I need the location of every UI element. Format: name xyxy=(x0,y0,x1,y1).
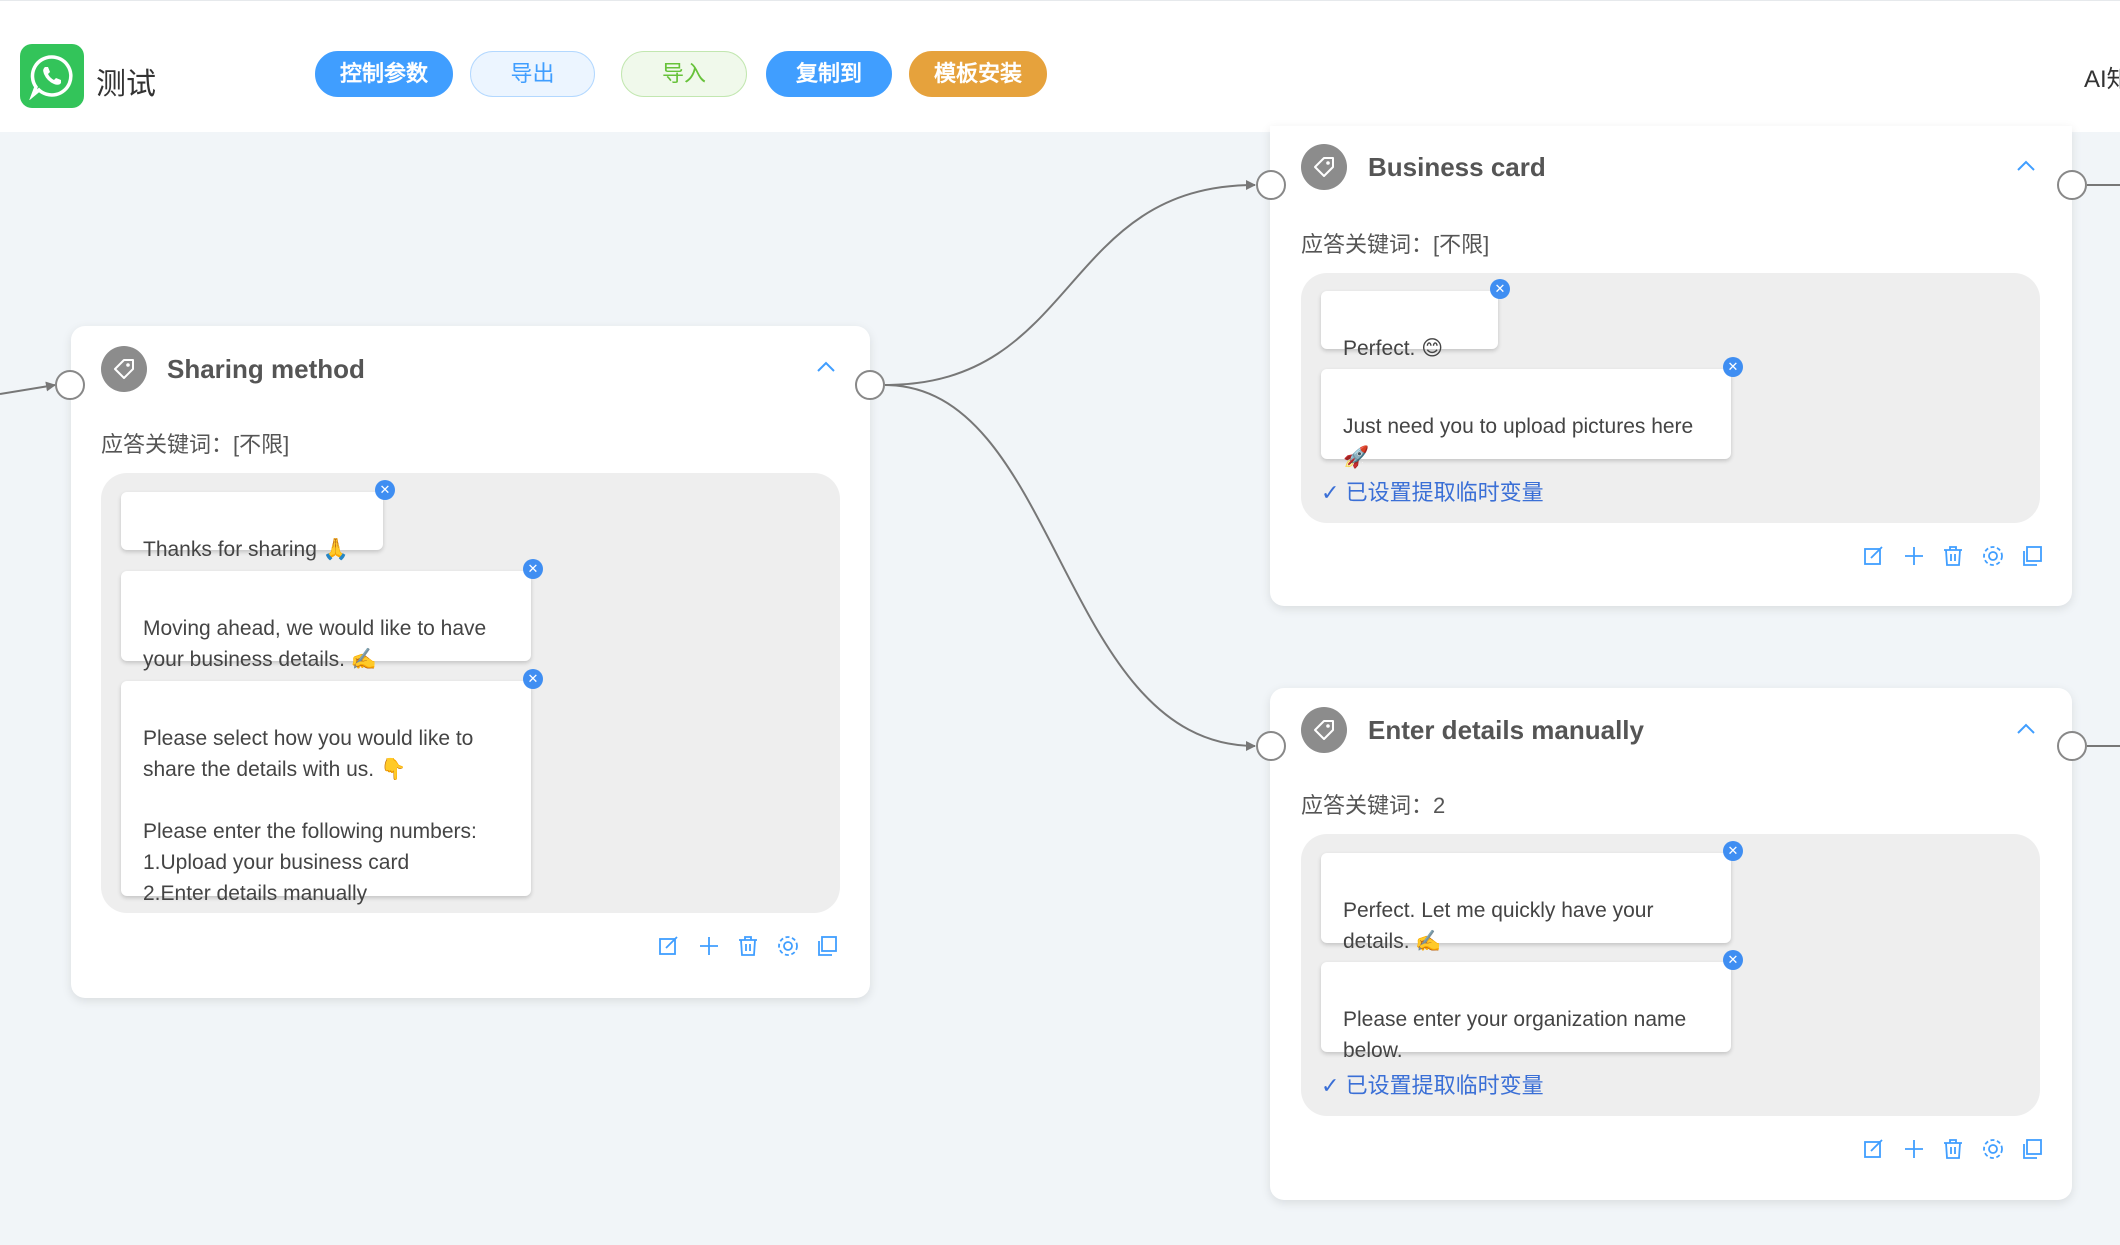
node-enter-details-manually[interactable]: Enter details manually 应答关键词：2 Perfect. … xyxy=(1270,688,2072,1200)
node-toolbar xyxy=(1861,543,2051,573)
message-bubble[interactable]: Please select how you would like to shar… xyxy=(121,669,543,905)
copy-icon[interactable] xyxy=(2019,543,2045,569)
message-list: Perfect. Let me quickly have your detail… xyxy=(1301,834,2040,1116)
node-title: Business card xyxy=(1368,152,1546,182)
node-business-card[interactable]: Business card 应答关键词：[不限] Perfect. 😊 ✕ Ju… xyxy=(1270,126,2072,606)
close-icon[interactable]: ✕ xyxy=(1723,357,1743,377)
check-icon: ✓ xyxy=(1321,1073,1340,1098)
chevron-up-icon[interactable] xyxy=(2011,714,2041,744)
close-icon[interactable]: ✕ xyxy=(523,559,543,579)
plus-icon[interactable] xyxy=(1901,1136,1927,1162)
node-toolbar xyxy=(1861,1136,2051,1166)
node-output-port[interactable] xyxy=(2057,170,2087,200)
trash-icon[interactable] xyxy=(1940,1136,1966,1162)
copy-icon[interactable] xyxy=(2019,1136,2045,1162)
message-text: Please select how you would like to shar… xyxy=(143,727,477,905)
gear-icon[interactable] xyxy=(1980,1136,2006,1162)
node-input-port[interactable] xyxy=(1256,170,1286,200)
edit-icon[interactable] xyxy=(1861,543,1887,569)
keyword-label: 应答关键词：2 xyxy=(1301,793,1446,818)
message-text: Perfect. Let me quickly have your detail… xyxy=(1343,899,1654,953)
copy-icon[interactable] xyxy=(814,933,840,959)
node-title: Enter details manually xyxy=(1368,715,1644,745)
tag-icon xyxy=(1301,144,1347,190)
temp-variable-label: 已设置提取临时变量 xyxy=(1345,1073,1544,1098)
keyword-label: 应答关键词：[不限] xyxy=(101,432,290,457)
close-icon[interactable]: ✕ xyxy=(1723,841,1743,861)
node-sharing-method[interactable]: Sharing method 应答关键词：[不限] Thanks for sha… xyxy=(71,326,870,998)
close-icon[interactable]: ✕ xyxy=(1490,279,1510,299)
check-icon: ✓ xyxy=(1321,480,1340,505)
plus-icon[interactable] xyxy=(1901,543,1927,569)
message-text: Just need you to upload pictures here 🚀 xyxy=(1343,415,1694,469)
trash-icon[interactable] xyxy=(735,933,761,959)
message-bubble[interactable]: Please enter your organization name belo… xyxy=(1321,950,1743,1062)
message-bubble[interactable]: Perfect. Let me quickly have your detail… xyxy=(1321,841,1743,953)
message-bubble[interactable]: Thanks for sharing 🙏 ✕ xyxy=(121,480,395,561)
edge-incoming xyxy=(0,381,56,395)
message-text: Please enter your organization name belo… xyxy=(1343,1008,1687,1062)
edge-sharing-to-business-card xyxy=(884,180,1256,386)
keyword-label: 应答关键词：[不限] xyxy=(1301,232,1490,257)
tag-icon xyxy=(1301,707,1347,753)
gear-icon[interactable] xyxy=(1980,543,2006,569)
edit-icon[interactable] xyxy=(656,933,682,959)
message-bubble[interactable]: Perfect. 😊 ✕ xyxy=(1321,279,1510,360)
temp-variable-status[interactable]: ✓ 已设置提取临时变量 xyxy=(1321,1068,1544,1100)
tag-icon xyxy=(101,346,147,392)
edit-icon[interactable] xyxy=(1861,1136,1887,1162)
edge-sharing-to-manual xyxy=(884,384,1256,751)
node-input-port[interactable] xyxy=(1256,731,1286,761)
node-output-port[interactable] xyxy=(2057,731,2087,761)
chevron-up-icon[interactable] xyxy=(2011,151,2041,181)
close-icon[interactable]: ✕ xyxy=(523,669,543,689)
node-input-port[interactable] xyxy=(55,370,85,400)
message-text: Moving ahead, we would like to have your… xyxy=(143,617,487,671)
gear-icon[interactable] xyxy=(775,933,801,959)
plus-icon[interactable] xyxy=(696,933,722,959)
close-icon[interactable]: ✕ xyxy=(1723,950,1743,970)
message-list: Thanks for sharing 🙏 ✕ Moving ahead, we … xyxy=(101,473,840,913)
node-output-port[interactable] xyxy=(855,370,885,400)
node-toolbar xyxy=(656,933,846,963)
message-list: Perfect. 😊 ✕ Just need you to upload pic… xyxy=(1301,273,2040,523)
message-text: Perfect. 😊 xyxy=(1343,337,1444,360)
message-bubble[interactable]: Moving ahead, we would like to have your… xyxy=(121,559,543,671)
chevron-up-icon[interactable] xyxy=(811,352,841,382)
message-bubble[interactable]: Just need you to upload pictures here 🚀 … xyxy=(1321,357,1743,469)
temp-variable-label: 已设置提取临时变量 xyxy=(1345,480,1544,505)
close-icon[interactable]: ✕ xyxy=(375,480,395,500)
message-text: Thanks for sharing 🙏 xyxy=(143,538,349,561)
node-title: Sharing method xyxy=(167,354,365,384)
trash-icon[interactable] xyxy=(1940,543,1966,569)
temp-variable-status[interactable]: ✓ 已设置提取临时变量 xyxy=(1321,475,1544,507)
